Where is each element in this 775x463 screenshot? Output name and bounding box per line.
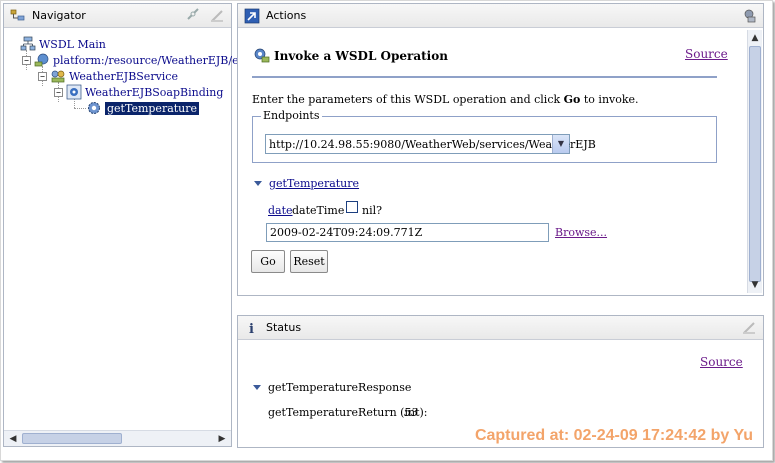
heading-divider	[252, 76, 717, 78]
actions-icon	[244, 8, 260, 24]
source-link[interactable]: Source	[685, 47, 728, 61]
capture-watermark: Captured at: 02-24-09 17:24:42 by Yu	[474, 427, 753, 444]
tree-item-wsdl-main[interactable]: WSDL Main	[20, 36, 106, 52]
link-with-editor-icon[interactable]	[185, 8, 201, 24]
navigator-horizontal-scrollbar[interactable]: ◀ ▶	[4, 430, 231, 446]
chevron-down-icon[interactable]: ▼	[552, 135, 569, 153]
operation-name-link[interactable]: getTemperature	[269, 177, 359, 190]
operation-title: Invoke a WSDL Operation	[274, 49, 448, 63]
tree-item-label: WeatherEJBService	[69, 69, 178, 83]
instructions-go: Go	[563, 93, 581, 106]
instructions-suffix: to invoke.	[580, 93, 639, 106]
endpoint-selected-value: http://10.24.98.55:9080/WeatherWeb/servi…	[269, 137, 596, 151]
scroll-up-icon[interactable]: ▲	[748, 31, 762, 45]
navigator-panel: Navigator WSDL Main − platform:/resource…	[3, 3, 260, 447]
platform-icon	[34, 52, 50, 68]
scrollbar-thumb[interactable]	[749, 46, 761, 282]
wsdl-page-icon[interactable]	[741, 8, 757, 24]
scroll-left-icon[interactable]: ◀	[6, 432, 20, 446]
navigator-header: Navigator	[4, 4, 231, 28]
window-frame: Navigator WSDL Main − platform:/resource…	[0, 0, 773, 461]
collapse-toggle[interactable]: −	[22, 55, 31, 65]
param-name-link[interactable]: date	[268, 204, 293, 217]
service-icon	[50, 68, 66, 84]
status-panel: i Status Source getTemperatureResponse g…	[237, 315, 764, 448]
param-type: dateTime	[292, 204, 345, 217]
instructions-text: Enter the parameters of this WSDL operat…	[252, 93, 639, 106]
tree-item-get-temperature[interactable]: getTemperature	[86, 100, 200, 116]
navigator-tree: WSDL Main − platform:/resource/WeatherEJ…	[4, 32, 260, 428]
clear-status-icon[interactable]	[741, 320, 757, 336]
scrollbar-thumb[interactable]	[22, 433, 122, 444]
collapse-triangle-icon[interactable]	[254, 181, 262, 186]
actions-title: Actions	[266, 9, 307, 22]
endpoints-fieldset: Endpoints http://10.24.98.55:9080/Weathe…	[252, 109, 717, 163]
nil-label: nil?	[362, 204, 383, 217]
clear-icon[interactable]	[209, 8, 225, 24]
actions-content: Invoke a WSDL Operation Source Enter the…	[238, 30, 746, 295]
collapse-toggle[interactable]: −	[38, 71, 47, 81]
svg-text:i: i	[249, 322, 254, 336]
tree-item-label-selected: getTemperature	[105, 101, 200, 115]
invoke-operation-icon	[254, 48, 270, 64]
actions-header: Actions	[238, 4, 763, 28]
endpoint-select[interactable]: http://10.24.98.55:9080/WeatherWeb/servi…	[265, 134, 596, 154]
actions-vertical-scrollbar[interactable]: ▲ ▼	[747, 30, 762, 293]
tree-item-weather-ejb-service[interactable]: − WeatherEJBService	[38, 68, 178, 84]
wsdl-main-icon	[20, 36, 36, 52]
reset-button[interactable]: Reset	[290, 250, 328, 273]
return-value: 53	[404, 406, 418, 419]
go-button[interactable]: Go	[251, 250, 285, 273]
scroll-down-icon[interactable]: ▼	[748, 278, 762, 292]
status-header: i Status	[238, 316, 763, 340]
operation-gear-icon	[86, 100, 102, 116]
tree-item-label: WSDL Main	[39, 37, 106, 51]
response-name: getTemperatureResponse	[268, 381, 412, 394]
endpoints-legend: Endpoints	[261, 109, 322, 122]
navigator-icon	[10, 8, 26, 24]
operation-heading: Invoke a WSDL Operation	[254, 48, 448, 64]
tree-item-label: platform:/resource/WeatherEJB/ejbM	[53, 53, 261, 67]
tree-item-platform[interactable]: − platform:/resource/WeatherEJB/ejbM	[22, 52, 260, 68]
status-title: Status	[266, 321, 302, 334]
collapse-toggle[interactable]: −	[54, 87, 63, 97]
tree-item-label: WeatherEJBSoapBinding	[85, 85, 224, 99]
tree-item-soap-binding[interactable]: − WeatherEJBSoapBinding	[54, 84, 223, 100]
browse-link[interactable]: Browse...	[555, 226, 607, 239]
actions-panel: Actions Invoke a WSDL Operation Source E…	[237, 3, 764, 296]
nil-checkbox[interactable]	[346, 201, 358, 213]
instructions-prefix: Enter the parameters of this WSDL operat…	[252, 93, 564, 106]
date-input[interactable]: 2009-02-24T09:24:09.771Z	[266, 223, 549, 242]
status-source-link[interactable]: Source	[700, 355, 743, 369]
binding-icon	[66, 84, 82, 100]
info-icon: i	[244, 320, 260, 337]
collapse-triangle-icon[interactable]	[253, 385, 261, 390]
scroll-right-icon[interactable]: ▶	[215, 432, 229, 446]
navigator-title: Navigator	[32, 9, 86, 22]
